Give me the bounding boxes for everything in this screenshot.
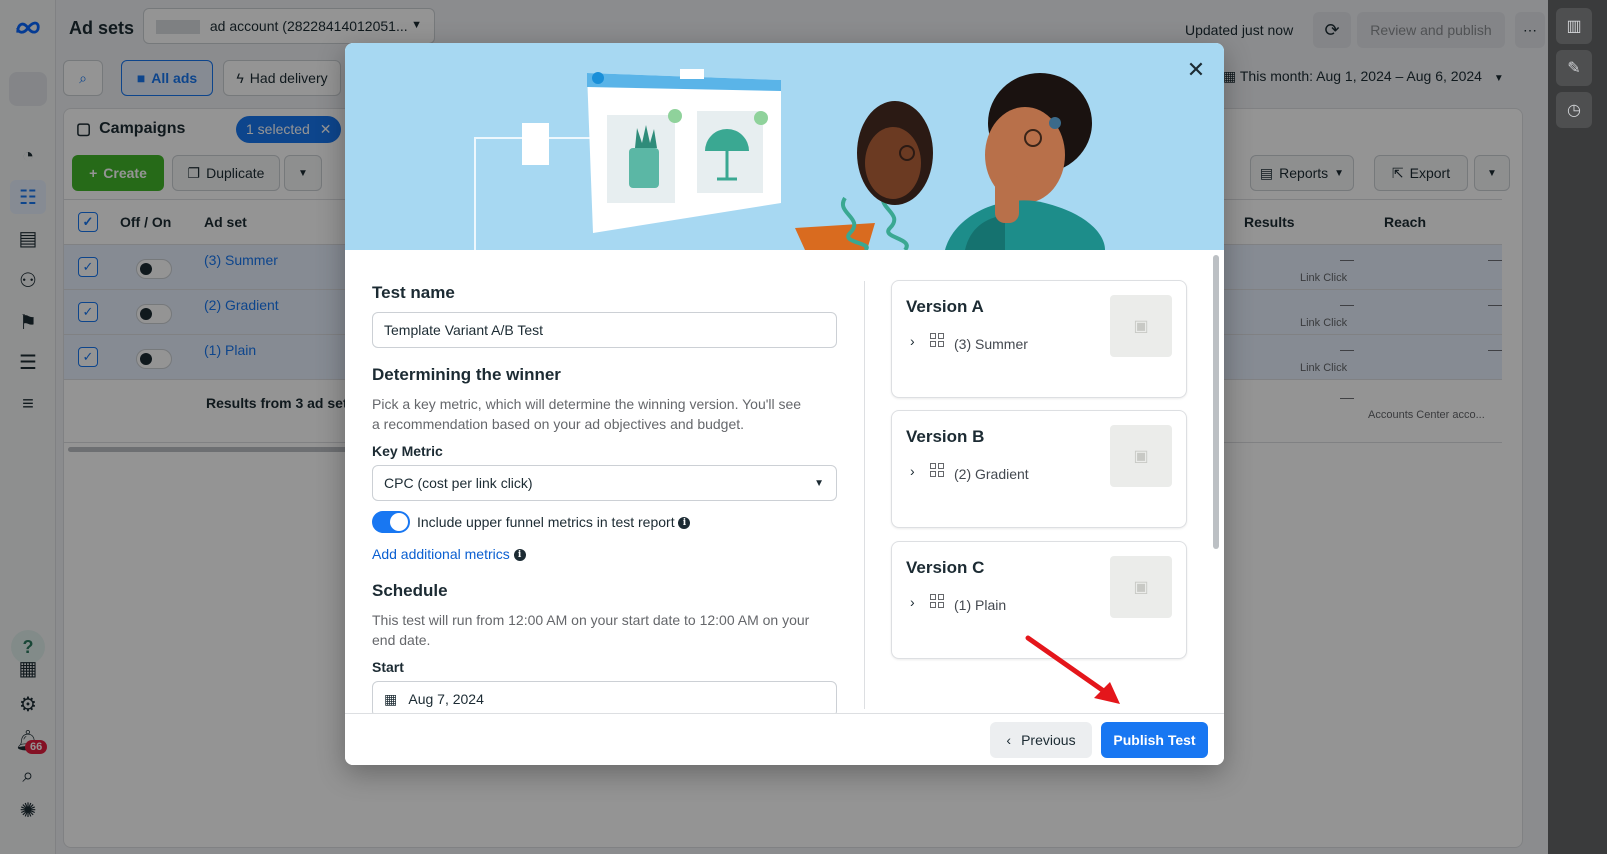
start-date-input[interactable]: ▦ Aug 7, 2024	[372, 681, 837, 713]
version-card: Version B › (2) Gradient ▣	[891, 410, 1187, 528]
key-metric-value: CPC (cost per link click)	[384, 475, 533, 491]
info-icon[interactable]: i	[678, 517, 691, 530]
key-metric-label: Key Metric	[372, 443, 443, 459]
chart-icon[interactable]: ▥	[1556, 8, 1592, 44]
chevron-right-icon[interactable]: ›	[910, 463, 915, 479]
upper-funnel-text: Include upper funnel metrics in test rep…	[417, 514, 675, 530]
edit-pencil-icon[interactable]: ✎	[1556, 50, 1592, 86]
publish-test-button[interactable]: Publish Test	[1101, 722, 1208, 758]
calendar-icon: ▦	[384, 691, 398, 707]
winner-heading: Determining the winner	[372, 365, 561, 384]
column-divider	[864, 281, 865, 709]
right-rail: ▥ ✎ ◷	[1548, 0, 1607, 854]
ad-set-grid-icon	[930, 463, 944, 477]
previous-button[interactable]: ‹ Previous	[990, 722, 1092, 758]
history-clock-icon[interactable]: ◷	[1556, 92, 1592, 128]
version-ad-set-name: (3) Summer	[954, 336, 1028, 352]
caret-down-icon: ▼	[814, 478, 824, 489]
ad-set-grid-icon	[930, 333, 944, 347]
test-name-heading: Test name	[372, 283, 455, 302]
schedule-description: This test will run from 12:00 AM on your…	[372, 612, 810, 648]
image-placeholder-icon: ▣	[1110, 425, 1172, 487]
image-placeholder-icon: ▣	[1110, 556, 1172, 618]
dialog-footer: ‹ Previous Publish Test	[345, 713, 1224, 765]
info-icon[interactable]: i	[513, 549, 526, 562]
dialog-scrollbar[interactable]	[1211, 251, 1221, 711]
version-card: Version C › (1) Plain ▣	[891, 541, 1187, 659]
test-name-input[interactable]	[372, 312, 837, 348]
start-date-value: Aug 7, 2024	[408, 691, 484, 707]
version-title: Version C	[906, 558, 985, 577]
close-icon: ✕	[1186, 57, 1206, 82]
version-ad-set-name: (1) Plain	[954, 597, 1007, 613]
close-dialog-button[interactable]: ✕	[1183, 57, 1209, 83]
ab-test-illustration	[474, 69, 1105, 252]
upper-funnel-toggle[interactable]	[372, 511, 410, 533]
version-title: Version A	[906, 297, 984, 316]
version-ad-set-name: (2) Gradient	[954, 466, 1029, 482]
previous-label: Previous	[1021, 732, 1076, 748]
version-title: Version B	[906, 427, 985, 446]
chevron-right-icon[interactable]: ›	[910, 333, 915, 349]
schedule-heading: Schedule	[372, 581, 448, 600]
start-label: Start	[372, 659, 404, 675]
winner-description: Pick a key metric, which will determine …	[372, 396, 802, 432]
add-additional-metrics-link[interactable]: Add additional metrics	[372, 546, 510, 562]
ad-set-grid-icon	[930, 594, 944, 608]
hero-illustration	[345, 43, 1224, 252]
test-settings-form: Test name Determining the winner Pick a …	[372, 265, 838, 713]
key-metric-select[interactable]: CPC (cost per link click) ▼	[372, 465, 837, 501]
upper-funnel-label: Include upper funnel metrics in test rep…	[417, 514, 691, 530]
image-placeholder-icon: ▣	[1110, 295, 1172, 357]
chevron-right-icon[interactable]: ›	[910, 594, 915, 610]
ab-test-dialog: ✕ Test name Determining the winner Pick …	[345, 43, 1224, 765]
chevron-left-icon: ‹	[1006, 732, 1012, 748]
version-card: Version A › (3) Summer ▣	[891, 280, 1187, 398]
add-metrics-row: Add additional metrics i	[372, 546, 526, 562]
